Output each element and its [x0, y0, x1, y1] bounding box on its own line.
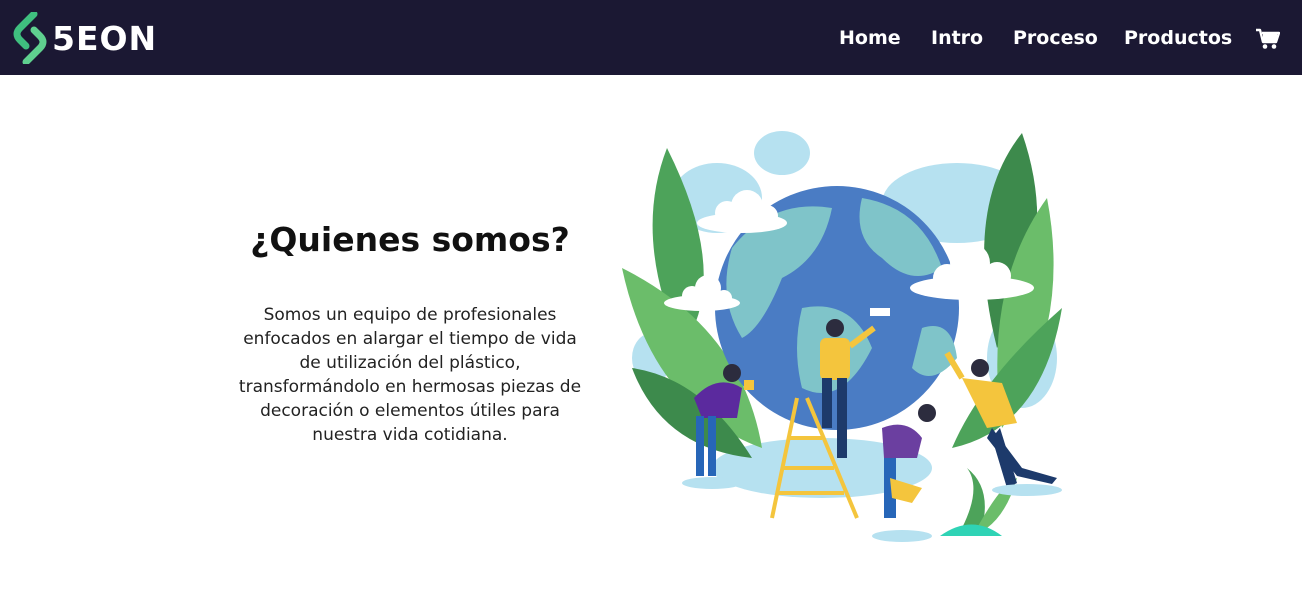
- leaf-s-logo-icon: [13, 12, 47, 64]
- cart-button[interactable]: [1256, 28, 1281, 55]
- shopping-cart-icon: [1256, 28, 1281, 49]
- nav-link-productos[interactable]: Productos: [1124, 27, 1232, 49]
- nav-link-intro[interactable]: Intro: [931, 27, 983, 49]
- top-navbar: 5EON Home Intro Proceso Productos: [0, 0, 1302, 75]
- page-title: ¿Quienes somos?: [250, 220, 570, 259]
- nav-link-proceso[interactable]: Proceso: [1013, 27, 1098, 49]
- brand-name: 5EON: [52, 18, 158, 58]
- brand-logo[interactable]: 5EON: [12, 12, 157, 64]
- nav-link-home[interactable]: Home: [839, 27, 901, 49]
- people-caring-for-earth-illustration: [622, 128, 1067, 553]
- about-description: Somos un equipo de profesionales enfocad…: [238, 305, 582, 445]
